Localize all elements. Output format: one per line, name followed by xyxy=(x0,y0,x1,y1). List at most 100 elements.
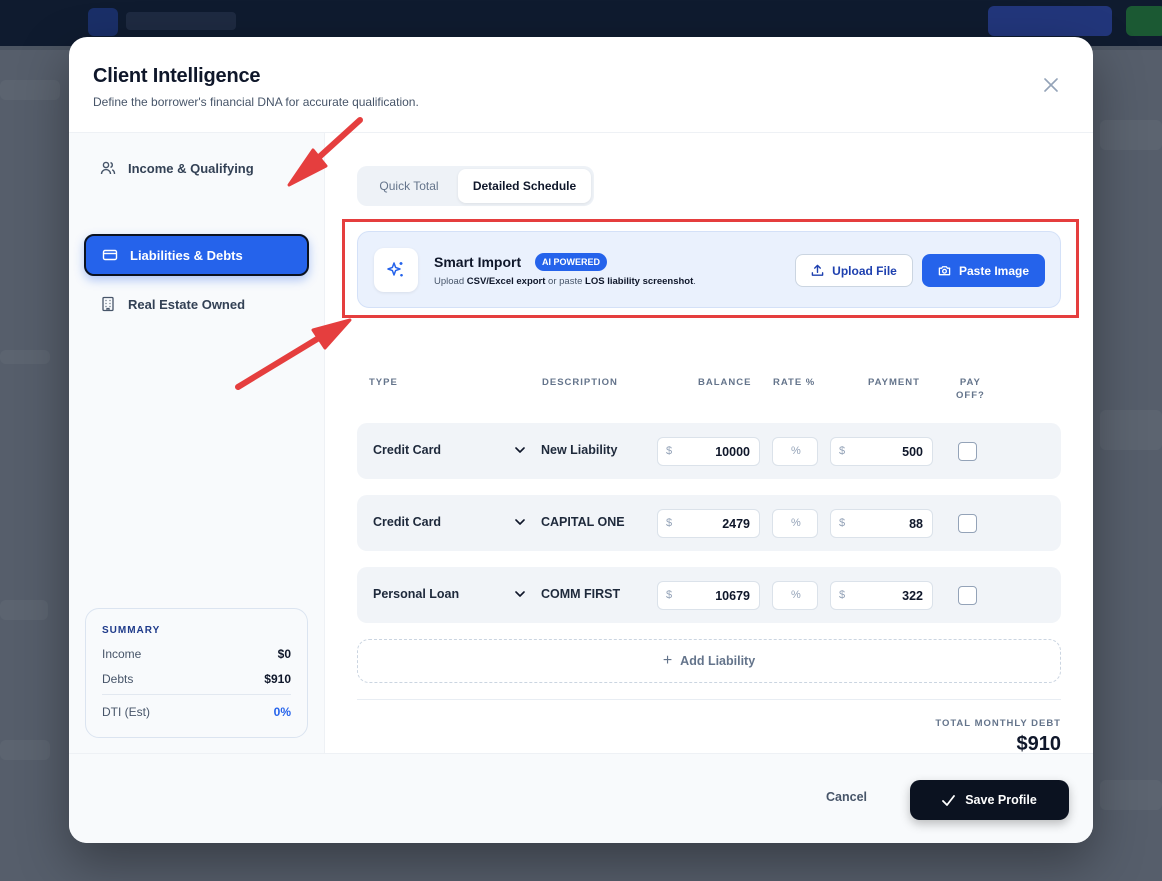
summary-dti-label: DTI (Est) xyxy=(102,705,150,719)
paste-image-button[interactable]: Paste Image xyxy=(922,254,1045,287)
sidebar-item-real-estate-owned[interactable]: Real Estate Owned xyxy=(84,283,309,325)
currency-prefix: $ xyxy=(839,589,846,601)
header-payment: PAYMENT xyxy=(868,377,920,388)
upload-file-button[interactable]: Upload File xyxy=(795,254,913,287)
tab-detailed-schedule[interactable]: Detailed Schedule xyxy=(458,169,591,203)
cancel-button[interactable]: Cancel xyxy=(826,790,867,804)
paste-image-label: Paste Image xyxy=(958,263,1030,278)
rate-input[interactable]: % xyxy=(772,581,818,610)
building-icon xyxy=(100,296,116,312)
payment-input[interactable]: $ 88 xyxy=(830,509,933,538)
summary-title: SUMMARY xyxy=(102,625,161,636)
balance-value: 10000 xyxy=(715,445,750,459)
table-row: Credit Card New Liability $ 10000 % $ 50… xyxy=(357,423,1061,479)
table-row: Personal Loan COMM FIRST $ 10679 % $ 322 xyxy=(357,567,1061,623)
close-icon xyxy=(1044,78,1058,92)
camera-icon xyxy=(938,266,951,276)
rate-placeholder: % xyxy=(791,517,801,529)
payoff-checkbox[interactable] xyxy=(958,586,977,605)
chevron-down-icon[interactable] xyxy=(513,585,527,603)
modal-header: Client Intelligence Define the borrower'… xyxy=(69,37,1093,133)
header-rate: RATE % xyxy=(773,377,816,388)
rate-input[interactable]: % xyxy=(772,509,818,538)
modal-subtitle: Define the borrower's financial DNA for … xyxy=(93,95,419,109)
liability-type-select[interactable]: Credit Card xyxy=(373,515,441,529)
liability-description[interactable]: CAPITAL ONE xyxy=(541,515,625,529)
liability-type-select[interactable]: Credit Card xyxy=(373,443,441,457)
smart-import-title: Smart Import xyxy=(434,254,522,270)
balance-input[interactable]: $ 2479 xyxy=(657,509,760,538)
sidebar-item-label: Liabilities & Debts xyxy=(130,247,243,263)
summary-income-value: $0 xyxy=(277,647,291,661)
payoff-checkbox[interactable] xyxy=(958,514,977,533)
balance-input[interactable]: $ 10679 xyxy=(657,581,760,610)
liability-description[interactable]: COMM FIRST xyxy=(541,587,620,601)
rate-placeholder: % xyxy=(791,445,801,457)
payment-input[interactable]: $ 322 xyxy=(830,581,933,610)
desc-strong: CSV/Excel export xyxy=(466,276,546,287)
client-intelligence-modal: Client Intelligence Define the borrower'… xyxy=(69,37,1093,843)
header-payoff-line2: OFF? xyxy=(956,390,985,401)
header-payoff-line1: PAY xyxy=(959,377,981,388)
upload-icon xyxy=(811,264,824,276)
plus-icon: + xyxy=(662,652,673,669)
desc-text: or paste xyxy=(545,276,586,287)
payment-value: 500 xyxy=(902,445,923,459)
main-content: Quick Total Detailed Schedule Smart Impo… xyxy=(326,133,1093,755)
payment-value: 322 xyxy=(902,589,923,603)
header-balance: BALANCE xyxy=(698,377,752,388)
sidebar-item-label: Real Estate Owned xyxy=(128,296,246,312)
balance-input[interactable]: $ 10000 xyxy=(657,437,760,466)
tab-quick-total[interactable]: Quick Total xyxy=(360,169,458,203)
summary-debts-value: $910 xyxy=(264,672,291,686)
sidebar-item-income-qualifying[interactable]: Income & Qualifying xyxy=(84,147,309,189)
ai-powered-badge: AI POWERED xyxy=(535,253,608,271)
summary-income-row: Income $0 xyxy=(102,647,291,661)
modal-footer: Cancel Save Profile xyxy=(69,753,1093,843)
header-type: TYPE xyxy=(369,377,398,388)
summary-debts-label: Debts xyxy=(102,672,134,686)
sparkles-icon xyxy=(374,248,418,292)
payment-input[interactable]: $ 500 xyxy=(830,437,933,466)
smart-import-panel: Smart Import AI POWERED Upload CSV/Excel… xyxy=(357,231,1061,308)
payoff-checkbox[interactable] xyxy=(958,442,977,461)
summary-dti-row: DTI (Est) 0% xyxy=(102,694,291,719)
currency-prefix: $ xyxy=(839,517,846,529)
close-button[interactable] xyxy=(1039,73,1063,97)
smart-import-description: Upload CSV/Excel export or paste LOS lia… xyxy=(434,276,696,287)
currency-prefix: $ xyxy=(666,445,673,457)
summary-income-label: Income xyxy=(102,647,142,661)
chevron-down-icon[interactable] xyxy=(513,441,527,459)
rate-placeholder: % xyxy=(791,589,801,601)
desc-strong: LOS liability screenshot xyxy=(585,276,694,287)
save-profile-button[interactable]: Save Profile xyxy=(910,780,1069,820)
divider xyxy=(357,699,1061,700)
chevron-down-icon[interactable] xyxy=(513,513,527,531)
sidebar: Income & Qualifying Liabilities & Debts … xyxy=(69,133,325,753)
balance-value: 2479 xyxy=(722,517,750,531)
add-liability-label: Add Liability xyxy=(680,654,756,668)
currency-prefix: $ xyxy=(666,517,673,529)
balance-value: 10679 xyxy=(715,589,750,603)
summary-dti-value: 0% xyxy=(273,705,291,719)
upload-file-label: Upload File xyxy=(832,263,897,278)
header-description: DESCRIPTION xyxy=(542,377,618,388)
summary-debts-row: Debts $910 xyxy=(102,672,291,686)
total-monthly-debt-label: TOTAL MONTHLY DEBT xyxy=(935,718,1061,729)
users-icon xyxy=(100,160,116,176)
credit-card-icon xyxy=(102,247,118,263)
rate-input[interactable]: % xyxy=(772,437,818,466)
currency-prefix: $ xyxy=(839,445,846,457)
check-icon xyxy=(942,794,956,806)
modal-title: Client Intelligence xyxy=(93,65,261,87)
add-liability-button[interactable]: + Add Liability xyxy=(357,639,1061,683)
desc-text: . xyxy=(693,276,696,287)
payment-value: 88 xyxy=(909,517,923,531)
liability-description[interactable]: New Liability xyxy=(541,443,617,457)
currency-prefix: $ xyxy=(666,589,673,601)
liability-type-select[interactable]: Personal Loan xyxy=(373,587,459,601)
summary-card: SUMMARY Income $0 Debts $910 DTI (Est) 0… xyxy=(85,608,308,738)
save-profile-label: Save Profile xyxy=(965,793,1037,807)
sidebar-item-liabilities-debts[interactable]: Liabilities & Debts xyxy=(84,234,309,276)
sidebar-item-label: Income & Qualifying xyxy=(128,160,254,176)
